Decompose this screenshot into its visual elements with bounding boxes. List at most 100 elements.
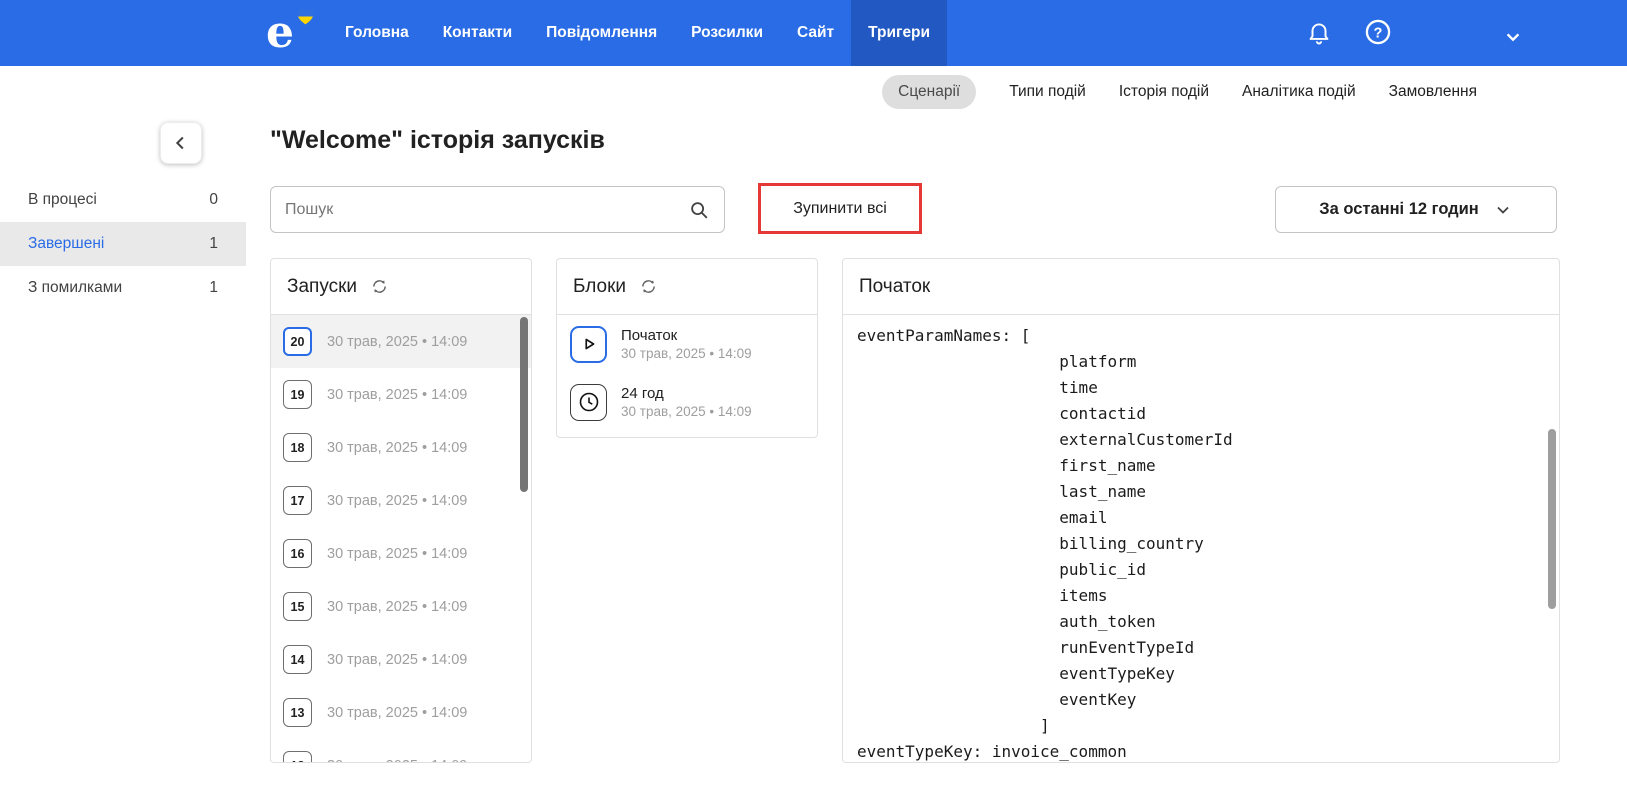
run-date: 30 трав, 2025 • 14:09 [327,651,468,668]
runs-panel-header: Запуски [271,259,531,315]
run-number-badge: 15 [283,592,312,621]
code-line: eventParamNames: [ [857,326,1031,345]
detail-panel-header: Початок [843,259,1559,315]
run-date: 30 трав, 2025 • 14:09 [327,758,467,763]
code-line: runEventTypeId [857,638,1195,657]
blocks-panel-header: Блоки [557,259,817,315]
run-number-badge: 20 [283,327,312,356]
search-box [270,186,725,233]
run-number-badge: 17 [283,486,312,515]
sidebar-item-label: З помилками [28,279,123,296]
detail-scrollbar-thumb[interactable] [1548,429,1556,609]
code-line: eventTypeKey [857,664,1175,683]
run-date: 30 трав, 2025 • 14:09 [327,333,468,350]
heart-ukraine-icon [296,8,315,30]
stop-all-button[interactable]: Зупинити всі [758,183,922,234]
code-line: platform [857,352,1137,371]
runs-panel-title: Запуски [287,275,358,297]
tab-event-history[interactable]: Історія подій [1119,83,1209,101]
run-number-badge: 16 [283,539,312,568]
brand-logo[interactable]: e [266,6,322,60]
nav-item-contacts[interactable]: Контакти [426,0,529,66]
runs-panel: Запуски 20 30 трав, 2025 • 14:09 19 30 т… [270,258,532,763]
refresh-icon[interactable] [371,278,388,295]
play-icon [570,325,607,363]
code-line: email [857,508,1108,527]
run-date: 30 трав, 2025 • 14:09 [327,386,468,403]
run-date: 30 трав, 2025 • 14:09 [327,704,468,721]
tab-orders[interactable]: Замовлення [1389,83,1477,101]
sidebar-item-in-progress[interactable]: В процесі 0 [0,178,246,222]
code-line: items [857,586,1108,605]
run-date: 30 трав, 2025 • 14:09 [327,492,468,509]
event-params-code: eventParamNames: [ platform time contact… [843,315,1559,762]
search-icon[interactable] [688,199,710,221]
chevron-left-icon [170,132,192,154]
help-icon[interactable]: ? [1364,18,1392,46]
detail-panel-title: Початок [859,275,931,297]
nav-item-campaigns[interactable]: Розсилки [674,0,780,66]
blocks-panel: Блоки Початок 30 трав, 2025 • 14:09 24 г… [556,258,818,438]
sidebar-item-label: В процесі [28,191,97,208]
run-item[interactable]: 18 30 трав, 2025 • 14:09 [271,421,531,474]
status-filter-sidebar: В процесі 0 Завершені 1 З помилками 1 [0,178,246,310]
code-line: eventKey [857,690,1137,709]
run-item[interactable]: 14 30 трав, 2025 • 14:09 [271,633,531,686]
block-title: Початок [621,326,678,344]
run-number-badge: 18 [283,433,312,462]
brand-letter: e [266,7,294,58]
run-item[interactable]: 16 30 трав, 2025 • 14:09 [271,527,531,580]
refresh-icon[interactable] [640,278,657,295]
tab-event-analytics[interactable]: Аналітика подій [1242,83,1356,101]
run-number-badge: 14 [283,645,312,674]
page-title: "Welcome" історія запусків [270,126,605,154]
code-line: first_name [857,456,1156,475]
search-input[interactable] [285,200,678,219]
run-item[interactable]: 20 30 трав, 2025 • 14:09 [271,315,531,368]
time-range-dropdown[interactable]: За останні 12 годин [1275,186,1557,233]
tab-scenarios[interactable]: Сценарії [882,75,977,109]
sidebar-item-count: 1 [209,235,218,252]
nav-item-triggers[interactable]: Тригери [851,0,948,66]
run-date: 30 трав, 2025 • 14:09 [327,598,468,615]
code-line: time [857,378,1098,397]
clock-icon [570,383,607,421]
block-detail-panel: Початок eventParamNames: [ platform time… [842,258,1560,763]
bell-icon[interactable] [1306,19,1332,45]
run-item[interactable]: 17 30 трав, 2025 • 14:09 [271,474,531,527]
code-line: last_name [857,482,1146,501]
run-number-badge: 19 [283,380,312,409]
code-line: auth_token [857,612,1156,631]
nav-item-messages[interactable]: Повідомлення [529,0,674,66]
back-button[interactable] [160,122,202,164]
svg-text:?: ? [1374,25,1383,41]
code-line: ] [857,716,1050,735]
code-line: public_id [857,560,1146,579]
account-chevron-down-icon[interactable] [1500,24,1526,50]
block-item-start[interactable]: Початок 30 трав, 2025 • 14:09 [557,315,817,373]
run-item[interactable]: 19 30 трав, 2025 • 14:09 [271,368,531,421]
chevron-down-icon [1493,200,1513,220]
code-line: eventTypeKey: invoice_common [857,742,1127,761]
main-menu: Головна Контакти Повідомлення Розсилки С… [328,0,948,66]
blocks-panel-title: Блоки [573,275,627,297]
top-navigation-bar: e Головна Контакти Повідомлення Розсилки… [0,0,1627,66]
run-number-badge: 13 [283,698,312,727]
sidebar-item-with-errors[interactable]: З помилками 1 [0,266,246,310]
sidebar-item-completed[interactable]: Завершені 1 [0,222,246,266]
triggers-tabs: Сценарії Типи подій Історія подій Аналіт… [0,66,1627,118]
code-line: externalCustomerId [857,430,1233,449]
code-line: contactid [857,404,1146,423]
run-date: 30 трав, 2025 • 14:09 [327,545,468,562]
tab-event-types[interactable]: Типи подій [1009,83,1086,101]
block-item-24h[interactable]: 24 год 30 трав, 2025 • 14:09 [557,373,817,431]
run-item[interactable]: 13 30 трав, 2025 • 14:09 [271,686,531,739]
nav-item-site[interactable]: Сайт [780,0,851,66]
nav-item-home[interactable]: Головна [328,0,426,66]
run-item[interactable]: 15 30 трав, 2025 • 14:09 [271,580,531,633]
code-line: billing_country [857,534,1204,553]
runs-scrollbar-thumb[interactable] [520,317,528,492]
sidebar-item-count: 1 [209,279,218,296]
time-range-label: За останні 12 годин [1319,200,1479,218]
run-item[interactable]: 12 30 трав, 2025 • 14:09 [271,739,531,763]
